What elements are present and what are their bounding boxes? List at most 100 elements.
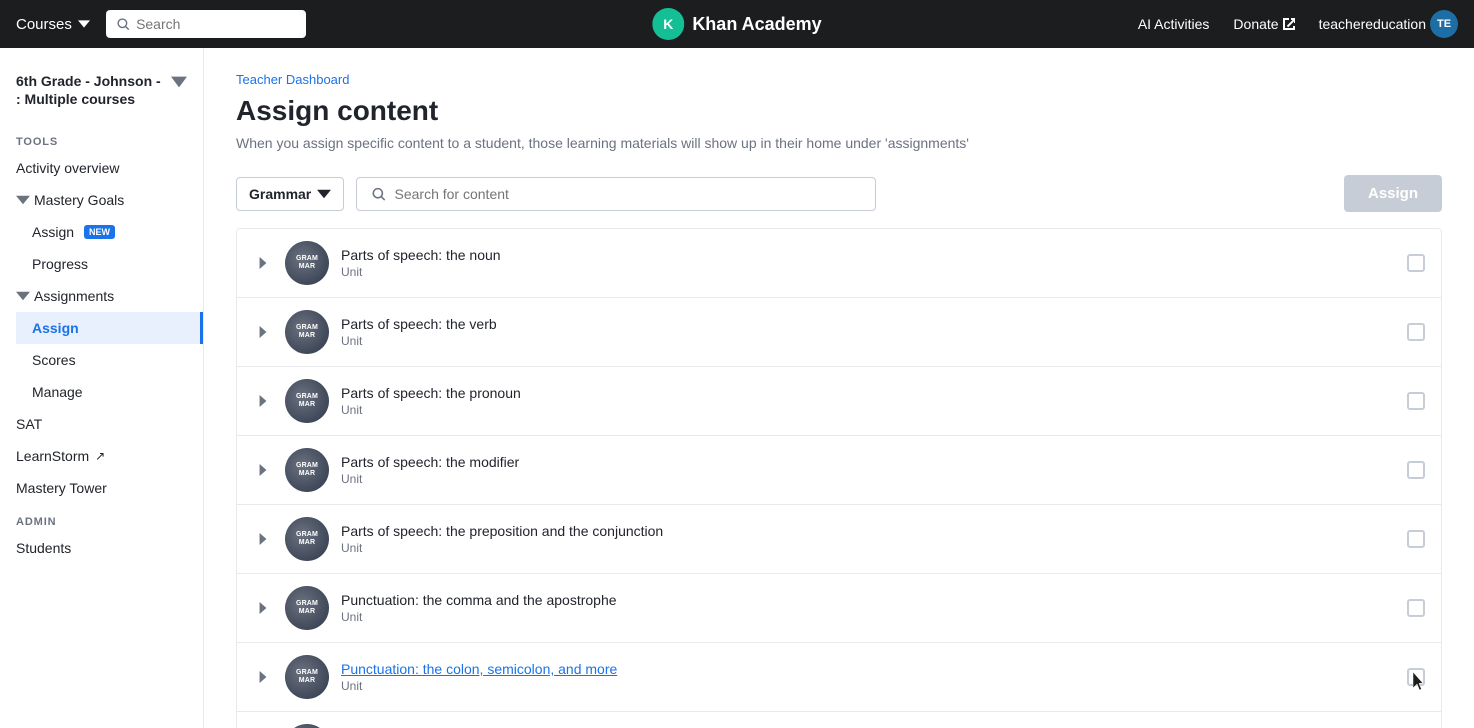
new-badge: NEW (84, 225, 115, 239)
content-search-box[interactable] (356, 177, 876, 211)
content-checkbox[interactable] (1407, 254, 1425, 272)
content-subtitle: Unit (341, 403, 1395, 417)
mastery-progress-label: Progress (32, 256, 88, 272)
content-thumbnail: GRAMMAR (285, 655, 329, 699)
content-thumbnail: GRAMMAR (285, 724, 329, 728)
external-arrow-icon: ↗ (95, 449, 105, 463)
sidebar: 6th Grade - Johnson - : Multiple courses… (0, 48, 204, 728)
manage-label: Manage (32, 384, 83, 400)
sidebar-item-assign[interactable]: Assign (16, 312, 203, 344)
site-name: Khan Academy (692, 14, 821, 35)
content-thumbnail: GRAMMAR (285, 586, 329, 630)
content-title: Punctuation: the comma and the apostroph… (341, 592, 1395, 608)
sidebar-item-activity-overview[interactable]: Activity overview (0, 152, 203, 184)
content-checkbox[interactable] (1407, 461, 1425, 479)
content-checkbox[interactable] (1407, 599, 1425, 617)
user-avatar: TE (1430, 10, 1458, 38)
content-checkbox[interactable] (1407, 323, 1425, 341)
chevron-down-icon (16, 289, 30, 303)
content-info: Parts of speech: the modifier Unit (341, 454, 1395, 486)
sat-label: SAT (16, 416, 42, 432)
assign-button[interactable]: Assign (1344, 175, 1442, 212)
chevron-down-icon (171, 74, 187, 90)
expand-icon[interactable] (253, 529, 273, 549)
subject-filter-dropdown[interactable]: Grammar (236, 177, 344, 211)
activity-overview-label: Activity overview (16, 160, 119, 176)
class-name: 6th Grade - Johnson - : Multiple courses (16, 72, 167, 108)
top-search-box[interactable] (106, 10, 306, 38)
sidebar-item-mastery-progress[interactable]: Progress (16, 248, 203, 280)
scores-label: Scores (32, 352, 76, 368)
content-thumbnail: GRAMMAR (285, 241, 329, 285)
content-title[interactable]: Punctuation: the colon, semicolon, and m… (341, 661, 1395, 677)
sidebar-item-manage[interactable]: Manage (16, 376, 203, 408)
assignments-group: Assignments Assign Scores Manage (0, 280, 203, 408)
main-content: Teacher Dashboard Assign content When yo… (204, 48, 1474, 728)
table-row: GRAMMAR Parts of speech: the pronoun Uni… (237, 367, 1441, 436)
username: teachereducation (1319, 16, 1426, 32)
content-checkbox[interactable] (1407, 392, 1425, 410)
expand-icon[interactable] (253, 598, 273, 618)
table-row: GRAMMAR Punctuation: the comma and the a… (237, 574, 1441, 643)
tools-section-label: TOOLS (0, 124, 203, 152)
content-checkbox[interactable] (1407, 530, 1425, 548)
mastery-assign-label: Assign (32, 224, 74, 240)
expand-icon[interactable] (253, 460, 273, 480)
content-subtitle: Unit (341, 679, 1395, 693)
sidebar-item-sat[interactable]: SAT (0, 408, 203, 440)
top-navigation: Courses K Khan Academy AI Activities Don… (0, 0, 1474, 48)
content-title: Parts of speech: the noun (341, 247, 1395, 263)
table-row: GRAMMAR Syntax: sentences and clauses Un… (237, 712, 1441, 728)
search-icon (371, 186, 386, 202)
expand-icon[interactable] (253, 391, 273, 411)
sidebar-item-learnstorm[interactable]: LearnStorm ↗ (0, 440, 203, 472)
learnstorm-label: LearnStorm (16, 448, 89, 464)
content-list: GRAMMAR Parts of speech: the noun Unit G… (236, 228, 1442, 728)
table-row: GRAMMAR Parts of speech: the verb Unit (237, 298, 1441, 367)
content-info: Parts of speech: the noun Unit (341, 247, 1395, 279)
assignments-label: Assignments (34, 288, 114, 304)
external-link-icon (1283, 18, 1295, 30)
content-thumbnail: GRAMMAR (285, 310, 329, 354)
ai-activities-link[interactable]: AI Activities (1138, 16, 1210, 32)
donate-link[interactable]: Donate (1233, 16, 1294, 32)
expand-icon[interactable] (253, 253, 273, 273)
content-subtitle: Unit (341, 610, 1395, 624)
filters-bar: Grammar Assign (236, 175, 1442, 212)
mastery-goals-toggle[interactable]: Mastery Goals (0, 184, 203, 216)
admin-section-label: ADMIN (0, 504, 203, 532)
breadcrumb[interactable]: Teacher Dashboard (236, 72, 1442, 87)
mastery-goals-group: Mastery Goals Assign NEW Progress (0, 184, 203, 280)
sidebar-item-scores[interactable]: Scores (16, 344, 203, 376)
class-selector[interactable]: 6th Grade - Johnson - : Multiple courses (0, 64, 203, 124)
sidebar-item-mastery-tower[interactable]: Mastery Tower (0, 472, 203, 504)
page-subtitle: When you assign specific content to a st… (236, 135, 1442, 151)
mastery-goals-label: Mastery Goals (34, 192, 124, 208)
expand-icon[interactable] (253, 667, 273, 687)
content-subtitle: Unit (341, 472, 1395, 486)
content-subtitle: Unit (341, 541, 1395, 555)
courses-dropdown[interactable]: Courses (16, 16, 90, 33)
assign-label: Assign (32, 320, 79, 336)
chevron-down-icon (16, 193, 30, 207)
content-subtitle: Unit (341, 265, 1395, 279)
user-menu[interactable]: teachereducation TE (1319, 10, 1458, 38)
assignments-toggle[interactable]: Assignments (0, 280, 203, 312)
sidebar-item-mastery-assign[interactable]: Assign NEW (16, 216, 203, 248)
content-checkbox[interactable] (1407, 668, 1425, 686)
expand-icon[interactable] (253, 322, 273, 342)
top-search-input[interactable] (136, 16, 296, 32)
donate-label: Donate (1233, 16, 1278, 32)
filter-label: Grammar (249, 186, 311, 202)
table-row: GRAMMAR Parts of speech: the preposition… (237, 505, 1441, 574)
content-thumbnail: GRAMMAR (285, 448, 329, 492)
content-title: Parts of speech: the modifier (341, 454, 1395, 470)
courses-label: Courses (16, 16, 72, 33)
sidebar-item-students[interactable]: Students (0, 532, 203, 564)
content-search-input[interactable] (395, 186, 862, 202)
table-row: GRAMMAR Parts of speech: the modifier Un… (237, 436, 1441, 505)
khan-logo-icon: K (652, 8, 684, 40)
search-icon (116, 16, 130, 32)
chevron-down-icon (317, 187, 331, 201)
mastery-tower-label: Mastery Tower (16, 480, 107, 496)
